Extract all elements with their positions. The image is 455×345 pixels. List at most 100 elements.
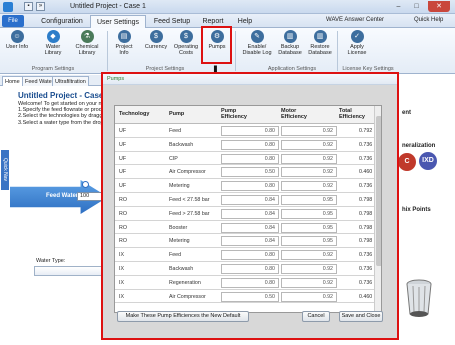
- pump-efficiency-input[interactable]: 0.80: [221, 250, 279, 261]
- pump-cell: Air Compressor: [169, 293, 206, 300]
- water-type-select[interactable]: [34, 266, 105, 276]
- ribbon-separator: [107, 31, 108, 71]
- pump-efficiency-input[interactable]: 0.84: [221, 208, 279, 219]
- backup-database-button[interactable]: ▥ Backup Database: [276, 30, 304, 56]
- cancel-button[interactable]: Cancel: [302, 311, 330, 322]
- operating-costs-button[interactable]: $ Operating Costs: [172, 30, 200, 56]
- document-tabs: Home Feed Water Ultrafiltration: [0, 75, 105, 86]
- column-header: Technology: [119, 111, 150, 117]
- motor-efficiency-input[interactable]: 0.92: [281, 153, 337, 164]
- pump-efficiency-input[interactable]: 0.84: [221, 236, 279, 247]
- table-row: RO Booster 0.84 0.95 0.798: [115, 220, 374, 235]
- quick-nav-tab[interactable]: Quick Nav: [1, 150, 9, 190]
- motor-efficiency-input[interactable]: 0.92: [281, 139, 337, 150]
- technology-circle[interactable]: IXD: [419, 152, 437, 170]
- total-efficiency-cell: 0.798: [359, 238, 373, 245]
- pump-efficiency-input[interactable]: 0.80: [221, 277, 279, 288]
- motor-efficiency-input[interactable]: 0.92: [281, 264, 337, 274]
- restore-database-button[interactable]: ▥ Restore Database: [306, 30, 334, 56]
- pump-efficiency-input[interactable]: 0.50: [221, 291, 279, 302]
- technology-cell: IX: [119, 279, 125, 286]
- pump-cell: CIP: [169, 155, 178, 162]
- table-header: Technology Pump Pump Efficiency Motor Ef…: [115, 106, 374, 124]
- wave-answer-center-link[interactable]: WAVE Answer Center: [326, 17, 384, 23]
- save-icon[interactable]: ▪: [24, 2, 33, 11]
- column-header: Motor Efficiency: [281, 108, 307, 120]
- chemical-library-button[interactable]: ⚗ Chemical Library: [72, 30, 102, 56]
- pump-efficiency-input[interactable]: 0.80: [221, 181, 279, 192]
- save-and-close-button[interactable]: Save and Close: [339, 311, 383, 322]
- table-row: IX Regeneration 0.80 0.92 0.736: [115, 275, 374, 290]
- title-bar: ▪ » Untitled Project - Case 1 – □ ✕: [0, 0, 455, 14]
- enable-disable-log-label: Enable/ Disable Log: [242, 44, 272, 56]
- water-library-button[interactable]: ◆ Water Library: [38, 30, 68, 56]
- technology-cell: RO: [119, 224, 127, 231]
- tab-user-settings[interactable]: User Settings: [90, 15, 146, 28]
- column-header: Total Efficiency: [339, 108, 365, 120]
- table-row: UF Feed 0.80 0.92 0.792: [115, 124, 374, 138]
- technology-circle[interactable]: C: [398, 153, 416, 171]
- table-row: IX Feed 0.80 0.92 0.736: [115, 248, 374, 262]
- doc-tab-ultrafiltration[interactable]: Ultrafiltration: [52, 76, 89, 86]
- file-menu-button[interactable]: File: [2, 15, 24, 27]
- trash-icon[interactable]: [404, 278, 434, 318]
- water-drop-icon: ◆: [46, 30, 60, 43]
- motor-efficiency-input[interactable]: 0.92: [281, 126, 337, 136]
- pump-efficiency-table: Technology Pump Pump Efficiency Motor Ef…: [114, 105, 382, 313]
- motor-efficiency-input[interactable]: 0.92: [281, 291, 337, 302]
- close-button[interactable]: ✕: [428, 1, 450, 12]
- technology-cell: UF: [119, 169, 127, 176]
- total-efficiency-cell: 0.798: [359, 224, 373, 231]
- project-info-label: Project Info: [115, 44, 133, 56]
- restore-database-label: Restore Database: [308, 44, 332, 56]
- pump-cell: Metering: [169, 238, 190, 245]
- motor-efficiency-input[interactable]: 0.95: [281, 222, 337, 233]
- total-efficiency-cell: 0.792: [359, 128, 373, 134]
- motor-efficiency-input[interactable]: 0.92: [281, 277, 337, 288]
- technology-cell: IX: [119, 252, 125, 259]
- welcome-text: Welcome! To get started on your ne 1.Spe…: [18, 101, 108, 126]
- quick-help-link[interactable]: Quick Help: [414, 17, 443, 23]
- currency-button[interactable]: $ Currency: [142, 30, 170, 50]
- tab-feed-setup[interactable]: Feed Setup: [148, 15, 196, 28]
- enable-disable-log-button[interactable]: ✎ Enable/ Disable Log: [240, 30, 274, 56]
- tab-configuration[interactable]: Configuration: [34, 15, 90, 28]
- project-info-button[interactable]: ▤ Project Info: [112, 30, 136, 56]
- pump-efficiency-input[interactable]: 0.84: [221, 195, 279, 205]
- pump-cell: Feed: [169, 128, 182, 134]
- dollar-icon: $: [179, 30, 193, 43]
- pump-efficiency-input[interactable]: 0.80: [221, 264, 279, 274]
- motor-efficiency-input[interactable]: 0.92: [281, 250, 337, 261]
- tab-help[interactable]: Help: [232, 15, 258, 28]
- table-row: IX Backwash 0.80 0.92 0.736: [115, 262, 374, 276]
- motor-efficiency-input[interactable]: 0.95: [281, 208, 337, 219]
- apply-license-button[interactable]: ✓ Apply License: [344, 30, 370, 56]
- water-library-label: Water Library: [44, 44, 62, 56]
- pump-efficiency-input[interactable]: 0.80: [221, 153, 279, 164]
- total-efficiency-cell: 0.460: [359, 169, 373, 176]
- pump-efficiency-input[interactable]: 0.80: [221, 126, 279, 136]
- motor-efficiency-input[interactable]: 0.95: [281, 236, 337, 247]
- user-icon: ☺: [10, 30, 24, 43]
- pump-efficiency-input[interactable]: 0.50: [221, 167, 279, 178]
- doc-tab-home[interactable]: Home: [2, 76, 23, 86]
- scrollbar-thumb[interactable]: [376, 116, 381, 266]
- ribbon-group-label: Program Settings: [31, 66, 75, 72]
- minimize-button[interactable]: –: [390, 1, 407, 12]
- user-info-button[interactable]: ☺ User Info: [4, 30, 30, 50]
- motor-efficiency-input[interactable]: 0.95: [281, 195, 337, 205]
- welcome-line: 2.Select the technologies by draggi: [18, 113, 104, 120]
- make-default-button[interactable]: Make These Pump Efficiences the New Defa…: [117, 311, 249, 322]
- maximize-button[interactable]: □: [408, 1, 425, 12]
- motor-efficiency-input[interactable]: 0.92: [281, 181, 337, 192]
- pumps-highlight-box: [201, 26, 232, 64]
- pump-efficiency-input[interactable]: 0.84: [221, 222, 279, 233]
- quick-access-icon[interactable]: »: [36, 2, 45, 11]
- feed-info-icon[interactable]: [82, 181, 89, 188]
- technology-cell: IX: [119, 293, 125, 300]
- database-icon: ▥: [313, 30, 327, 43]
- table-scrollbar[interactable]: [374, 106, 381, 312]
- operating-costs-label: Operating Costs: [173, 44, 199, 56]
- motor-efficiency-input[interactable]: 0.92: [281, 167, 337, 178]
- pump-efficiency-input[interactable]: 0.80: [221, 139, 279, 150]
